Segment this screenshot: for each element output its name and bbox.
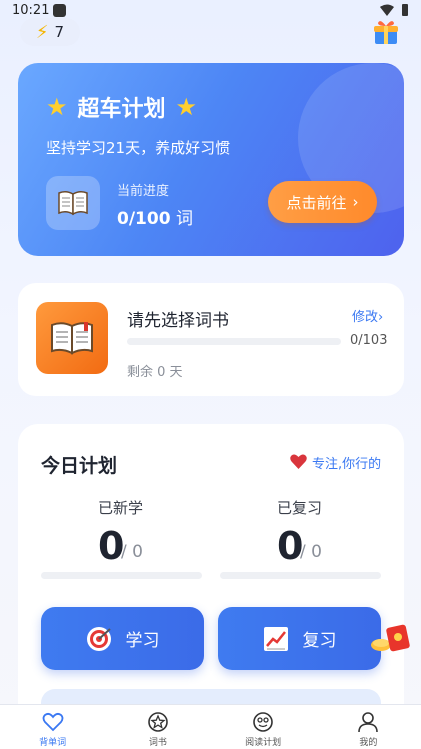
nav-label-reading-plan: 阅读计划 [245, 738, 282, 748]
open-book-icon [58, 190, 88, 216]
nav-label-wordbook: 词书 [148, 738, 167, 748]
bottom-nav: 背单词 词书 阅读计划 我的 [0, 704, 421, 749]
star-icon: ★ [46, 93, 68, 121]
star-circle-icon [148, 712, 168, 732]
wordbook-progress-bar [127, 338, 341, 345]
reviewed-label: 已复习 [277, 499, 323, 517]
wordbook-card[interactable]: 请先选择词书 修改› 0/103 剩余 0 天 [18, 283, 404, 396]
modify-label: 修改 [352, 310, 379, 325]
wordbook-thumbnail [36, 302, 108, 374]
review-button[interactable]: 复习 [218, 607, 381, 670]
motto-text: 专注,你行的 [312, 457, 382, 472]
study-button[interactable]: 学习 [41, 607, 204, 670]
hero-title-row: ★ 超车计划 ★ [46, 91, 197, 123]
wordbook-count: 0/103 [350, 333, 388, 348]
go-button[interactable]: 点击前往 › [268, 181, 377, 223]
user-icon [358, 712, 379, 733]
nav-item-wordbook[interactable]: 词书 [105, 705, 210, 749]
reviewed-progress-bar [220, 572, 381, 579]
nav-item-reading-plan[interactable]: 阅读计划 [211, 705, 316, 749]
new-learned-progress-bar [41, 572, 202, 579]
plan-title: 今日计划 [41, 455, 118, 477]
chevron-right-icon: › [378, 310, 384, 325]
nav-label-words: 背单词 [39, 738, 67, 748]
remaining-days: 剩余 0 天 [127, 365, 183, 380]
wordbook-title: 请先选择词书 [127, 311, 229, 331]
chart-icon [263, 626, 288, 651]
overtake-plan-card: ★ 超车计划 ★ 坚持学习21天，养成好习惯 当前进度 0/100 词 点击前往… [18, 63, 404, 256]
red-packet-icon[interactable] [370, 623, 412, 655]
hero-subtitle: 坚持学习21天，养成好习惯 [46, 139, 231, 157]
nav-item-mine[interactable]: 我的 [316, 705, 421, 749]
heart-icon [42, 712, 64, 732]
target-icon [86, 626, 111, 651]
open-book-icon [51, 322, 93, 355]
hero-title: 超车计划 [77, 97, 166, 122]
chevron-right-icon: › [352, 193, 359, 211]
reading-icon [253, 712, 273, 732]
go-button-label: 点击前往 [286, 193, 347, 212]
heart-icon [290, 454, 307, 469]
gift-icon[interactable] [372, 18, 400, 46]
energy-count: 7 [54, 23, 65, 41]
star-icon: ★ [175, 93, 198, 121]
progress-label: 当前进度 [117, 184, 170, 199]
battery-icon [402, 4, 408, 16]
book-icon-box [46, 176, 100, 230]
nav-item-words[interactable]: 背单词 [0, 705, 105, 749]
modify-link[interactable]: 修改› [352, 306, 383, 325]
wifi-icon [380, 4, 394, 16]
progress-number: 0/100 [117, 209, 171, 229]
reviewed-total: / 0 [300, 542, 322, 562]
today-plan-card: 今日计划 专注,你行的 已新学 0 / 0 已复习 0 / 0 学习 复习 [18, 424, 404, 749]
lightning-icon: ⚡ [35, 21, 49, 43]
notification-icon [53, 4, 66, 17]
review-button-label: 复习 [302, 631, 337, 651]
new-learned-total: / 0 [121, 542, 143, 562]
progress-value: 0/100 词 [117, 204, 193, 229]
new-learned-label: 已新学 [98, 499, 144, 517]
nav-label-mine: 我的 [359, 738, 378, 748]
progress-unit: 词 [175, 209, 193, 229]
study-button-label: 学习 [125, 631, 160, 651]
status-time: 10:21 [12, 3, 50, 18]
energy-badge[interactable]: ⚡ 7 [20, 18, 80, 46]
